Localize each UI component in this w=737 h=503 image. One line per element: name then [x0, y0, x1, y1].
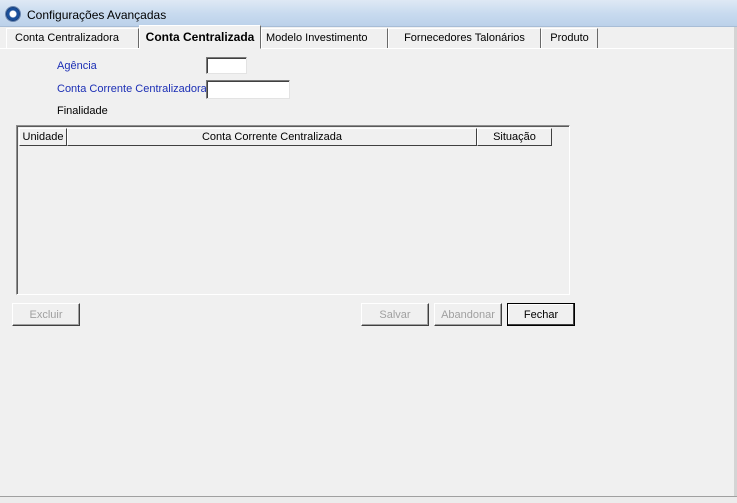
tab-conta-centralizada[interactable]: Conta Centralizada — [139, 25, 261, 49]
tab-modelo-investimento[interactable]: Modelo Investimento — [261, 28, 388, 48]
contas-centralizadas-grid[interactable]: Unidade Conta Corrente Centralizada Situ… — [16, 125, 570, 295]
finalidade-label: Finalidade — [57, 105, 108, 117]
column-header-unidade[interactable]: Unidade — [19, 128, 67, 146]
agencia-label: Agência — [57, 60, 97, 72]
window-bottom-border — [0, 496, 737, 503]
column-header-situacao[interactable]: Situação — [477, 128, 552, 146]
conta-corrente-centralizadora-label: Conta Corrente Centralizadora — [57, 83, 207, 95]
tab-conta-centralizadora[interactable]: Conta Centralizadora — [6, 28, 139, 48]
window-title: Configurações Avançadas — [27, 8, 167, 22]
tab-produto[interactable]: Produto — [541, 28, 598, 48]
column-header-conta-corrente-centralizada[interactable]: Conta Corrente Centralizada — [67, 128, 477, 146]
agencia-input[interactable] — [206, 57, 247, 74]
conta-corrente-centralizadora-input[interactable] — [206, 80, 290, 99]
app-icon — [6, 7, 20, 21]
tab-strip-divider — [0, 48, 737, 49]
salvar-button[interactable]: Salvar — [361, 303, 429, 326]
tab-fornecedores-talonarios[interactable]: Fornecedores Talonários — [388, 28, 541, 48]
excluir-button[interactable]: Excluir — [12, 303, 80, 326]
fechar-button[interactable]: Fechar — [507, 303, 575, 326]
title-bar: Configurações Avançadas — [0, 0, 737, 27]
abandonar-button[interactable]: Abandonar — [434, 303, 502, 326]
